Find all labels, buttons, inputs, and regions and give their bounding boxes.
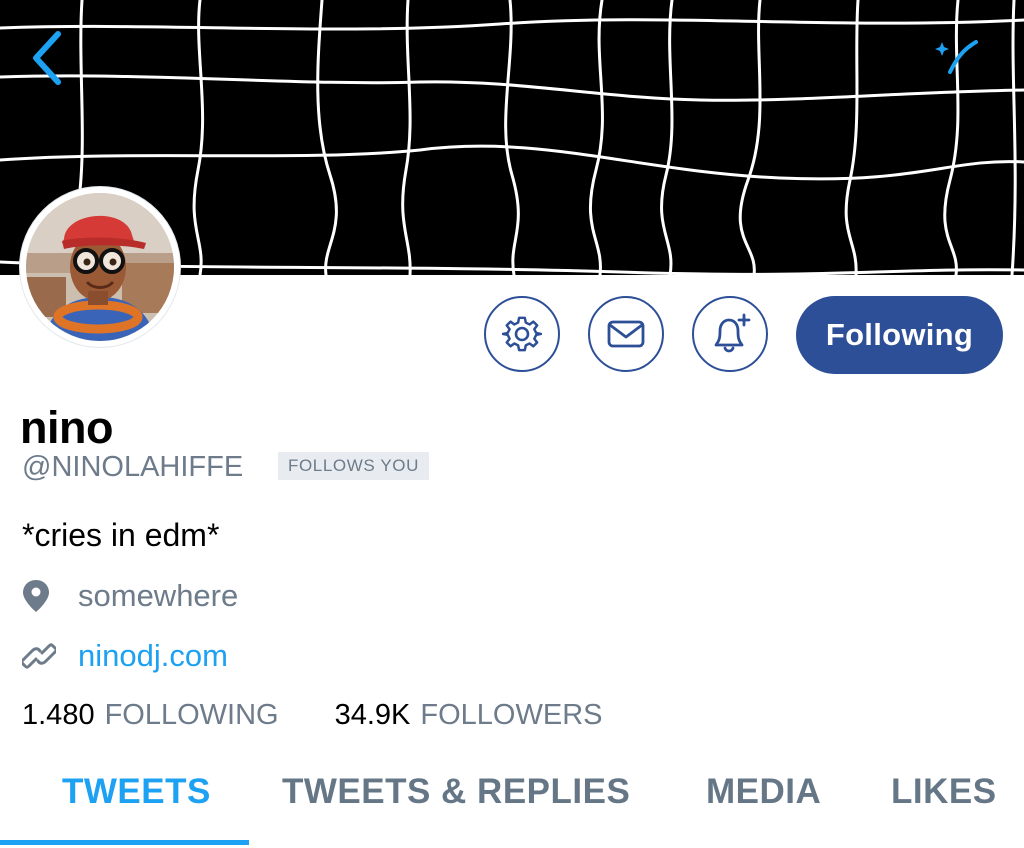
following-label: FOLLOWING xyxy=(104,699,279,731)
display-name: nino xyxy=(20,402,113,453)
followers-label: FOLLOWERS xyxy=(420,699,603,731)
following-stat[interactable]: 1.480 FOLLOWING xyxy=(22,697,279,733)
tab-tweets[interactable]: TWEETS xyxy=(62,772,211,812)
bio: *cries in edm* xyxy=(22,517,220,553)
followers-count: 34.9K xyxy=(334,699,411,731)
location-row: somewhere xyxy=(22,576,238,616)
link-icon xyxy=(22,638,58,674)
tab-likes[interactable]: LIKES xyxy=(891,772,997,812)
edit-sparkle-button[interactable] xyxy=(930,36,980,76)
sparkle-wand-icon xyxy=(935,40,978,74)
back-button[interactable] xyxy=(26,28,70,88)
chevron-left-icon xyxy=(33,31,61,85)
followers-stat[interactable]: 34.9K FOLLOWERS xyxy=(335,697,603,733)
stats-row: 1.480 FOLLOWING 34.9K FOLLOWERS xyxy=(22,697,602,733)
avatar[interactable] xyxy=(20,187,180,347)
avatar-image xyxy=(26,193,174,341)
tab-tweets-replies[interactable]: TWEETS & REPLIES xyxy=(282,772,630,812)
handle: @NINOLAHIFFE xyxy=(22,451,244,483)
gear-icon xyxy=(502,316,542,352)
website-link[interactable]: ninodj.com xyxy=(78,638,228,674)
follows-you-badge: FOLLOWS YOU xyxy=(278,452,429,480)
tab-media[interactable]: MEDIA xyxy=(706,772,821,812)
active-tab-indicator xyxy=(0,840,249,845)
notifications-button[interactable] xyxy=(692,296,768,372)
website-row: ninodj.com xyxy=(22,636,228,676)
message-button[interactable] xyxy=(588,296,664,372)
mail-icon xyxy=(607,320,645,348)
location-text: somewhere xyxy=(78,578,239,613)
settings-button[interactable] xyxy=(484,296,560,372)
location-pin-icon xyxy=(22,578,58,614)
bell-plus-icon xyxy=(714,313,751,353)
following-button[interactable]: Following xyxy=(796,296,1003,374)
following-count: 1.480 xyxy=(22,699,95,731)
profile-tabs: TWEETS TWEETS & REPLIES MEDIA LIKES xyxy=(0,762,1024,848)
